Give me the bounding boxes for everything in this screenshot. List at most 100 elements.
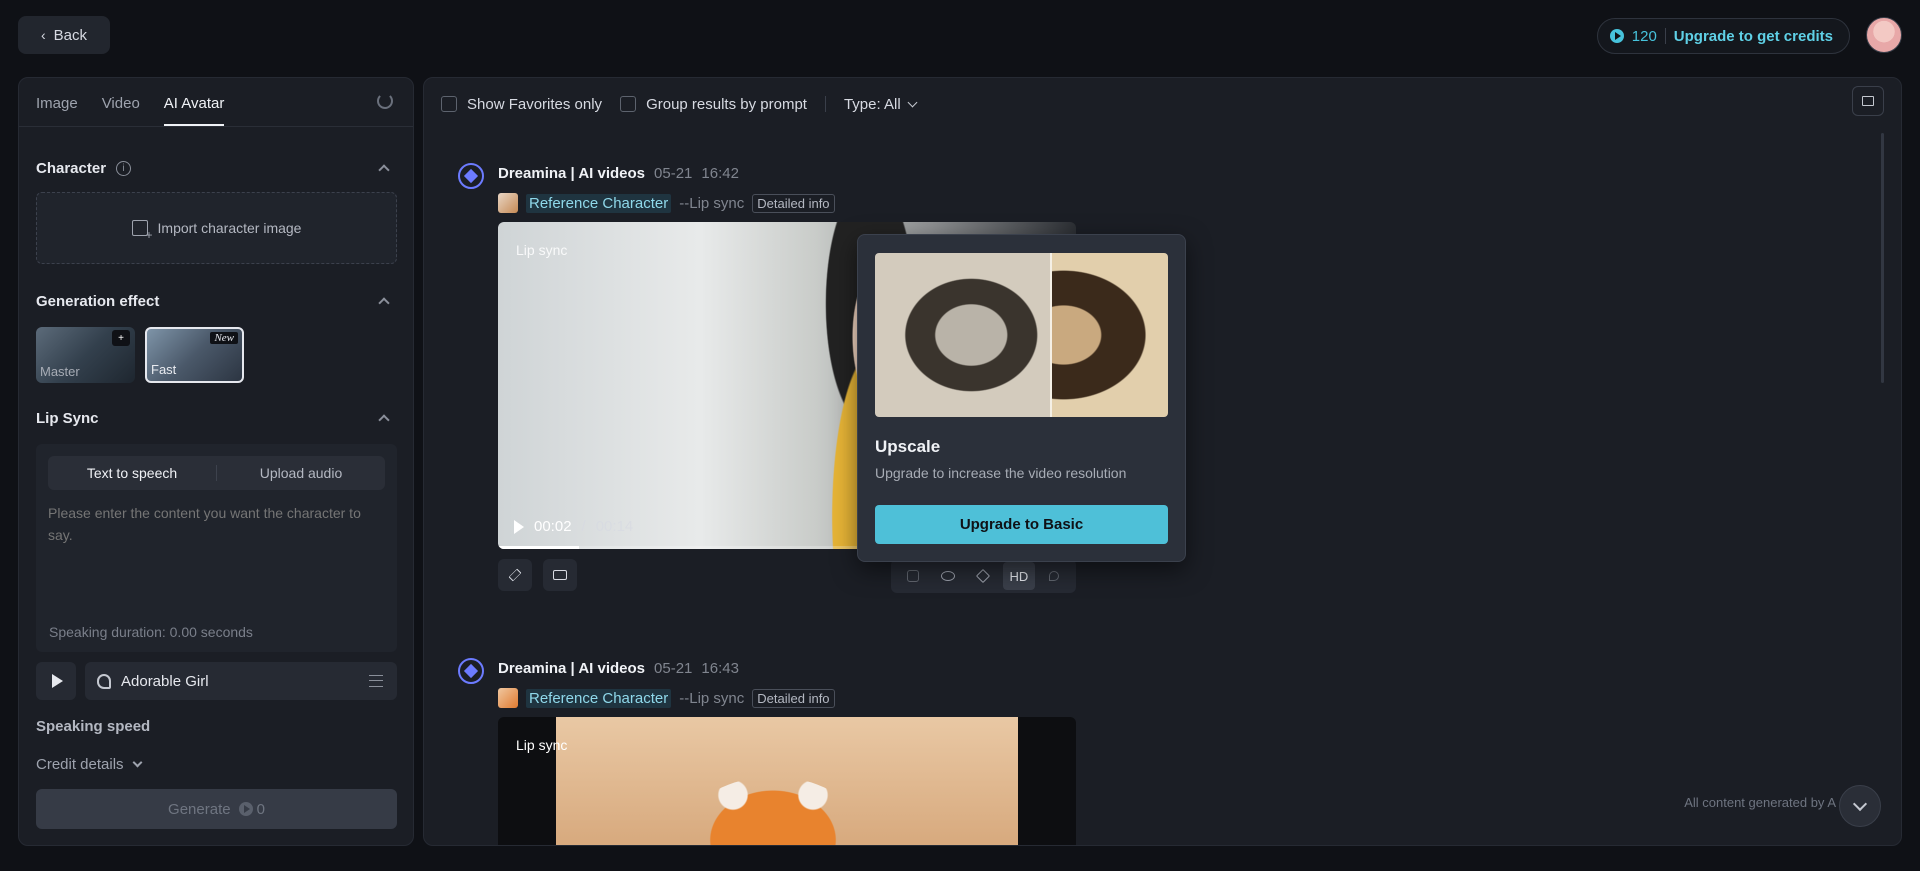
hd-upscale-button[interactable]: HD: [1002, 562, 1035, 590]
folder-button[interactable]: [1852, 86, 1884, 116]
interpolate-button[interactable]: [967, 562, 999, 590]
audio-icon: [1049, 571, 1060, 581]
upscale-popover: Upscale Upgrade to increase the video re…: [857, 234, 1186, 562]
detailed-info-button[interactable]: Detailed info: [752, 688, 835, 708]
collapse-character-icon[interactable]: [378, 164, 390, 176]
time-separator: /: [581, 518, 586, 535]
lip-sync-title: Lip Sync: [36, 410, 99, 427]
tab-video[interactable]: Video: [102, 95, 140, 126]
import-character-button[interactable]: Import character image: [36, 192, 397, 264]
video-action-toolbar: HD: [891, 559, 1076, 593]
audio-button[interactable]: [1038, 562, 1070, 590]
result-date: 05-21: [654, 165, 693, 182]
back-label: Back: [53, 26, 88, 44]
reference-character-tag[interactable]: Reference Character: [526, 193, 672, 213]
chevron-down-icon: [1852, 796, 1868, 811]
dreamina-logo-icon: [458, 658, 484, 684]
video-player[interactable]: Lip sync: [498, 717, 1076, 845]
credit-coin-icon: [238, 802, 253, 816]
lip-sync-mode-toggle: Text to speech Upload audio: [48, 456, 385, 490]
upscale-preview-image: [875, 253, 1168, 417]
result-header: Dreamina | AI videos 05-21 16:43: [498, 660, 739, 677]
voice-icon: [97, 673, 111, 689]
upgrade-credits-link[interactable]: Upgrade to get credits: [1674, 28, 1833, 45]
generate-label: Generate: [168, 800, 231, 818]
tab-ai-avatar[interactable]: AI Avatar: [163, 95, 225, 126]
speech-text-input[interactable]: [48, 502, 385, 602]
regenerate-button[interactable]: [543, 559, 577, 591]
generate-cost: 0: [256, 800, 265, 818]
credit-details-label: Credit details: [36, 756, 124, 773]
generate-button[interactable]: Generate 0: [36, 789, 397, 829]
reference-character-tag[interactable]: Reference Character: [526, 688, 672, 708]
chevron-left-icon: ‹: [40, 27, 46, 43]
upscale-frame-icon: [906, 570, 919, 582]
group-checkbox[interactable]: [620, 96, 637, 112]
result-title: Dreamina | AI videos: [498, 165, 646, 182]
effect-fast-option[interactable]: New Fast: [145, 327, 244, 383]
regenerate-icon: [553, 570, 567, 580]
group-filter[interactable]: Group results by prompt: [620, 96, 807, 113]
chevron-down-icon: [132, 757, 142, 768]
chevron-down-icon: [907, 97, 918, 107]
speaking-duration: Speaking duration: 0.00 seconds: [49, 624, 253, 640]
result-date: 05-21: [654, 660, 693, 677]
play-icon: [52, 674, 63, 688]
effect-master-option[interactable]: + Master: [36, 327, 135, 383]
edit-button[interactable]: [498, 559, 532, 591]
credits-pill[interactable]: 120 Upgrade to get credits: [1596, 18, 1850, 54]
voice-name: Adorable Girl: [121, 672, 209, 690]
dreamina-logo-icon: [458, 163, 484, 189]
import-character-label: Import character image: [157, 220, 302, 236]
image-add-icon: [131, 220, 153, 242]
user-avatar[interactable]: [1866, 17, 1902, 53]
favorites-checkbox[interactable]: [441, 96, 457, 112]
tab-image[interactable]: Image: [36, 95, 78, 126]
scroll-to-bottom-button[interactable]: [1839, 785, 1881, 827]
result-prompt: Reference Character --Lip sync Detailed …: [498, 193, 835, 213]
ai-generated-notice: All content generated by A: [1684, 795, 1836, 810]
lip-sync-panel: Text to speech Upload audio Speaking dur…: [36, 444, 397, 652]
play-icon[interactable]: [514, 519, 524, 534]
divider: [824, 96, 826, 112]
loop-button[interactable]: [932, 562, 964, 590]
type-filter-dropdown[interactable]: Type: All: [843, 95, 918, 113]
generation-sidebar: Image Video AI Avatar Character i Import…: [18, 77, 414, 846]
mode-tabs: Image Video AI Avatar: [19, 78, 413, 127]
speaking-speed-label: Speaking speed: [36, 718, 151, 735]
scrollbar[interactable]: [1881, 133, 1884, 383]
text-to-speech-tab[interactable]: Text to speech: [48, 456, 216, 490]
result-prompt: Reference Character --Lip sync Detailed …: [498, 688, 835, 708]
result-title: Dreamina | AI videos: [498, 660, 646, 677]
reference-thumbnail: [498, 193, 518, 213]
detailed-info-button[interactable]: Detailed info: [752, 193, 835, 213]
loop-icon: [941, 571, 956, 581]
popover-title: Upscale: [875, 437, 941, 456]
back-button[interactable]: ‹ Back: [18, 16, 110, 54]
interpolate-icon: [976, 568, 991, 584]
collapse-effect-icon[interactable]: [378, 297, 390, 309]
credit-details-toggle[interactable]: Credit details: [36, 756, 142, 773]
video-current-time: 00:02: [534, 518, 572, 535]
video-label: Lip sync: [516, 242, 568, 258]
before-image: [875, 253, 1050, 417]
collapse-lip-sync-icon[interactable]: [378, 414, 390, 426]
voice-selector[interactable]: Adorable Girl: [85, 662, 397, 700]
character-title: Character: [36, 160, 107, 177]
generation-effect-title: Generation effect: [36, 293, 160, 310]
new-badge: New: [210, 332, 238, 344]
reset-icon[interactable]: [377, 93, 393, 109]
info-icon[interactable]: i: [116, 161, 132, 176]
video-total-time: 00:14: [595, 518, 634, 535]
upscale-frame-button[interactable]: [897, 562, 929, 590]
group-label: Group results by prompt: [646, 95, 807, 113]
settings-sliders-icon[interactable]: [369, 675, 383, 687]
character-section-title: Character i: [36, 160, 132, 177]
favorites-filter[interactable]: Show Favorites only: [441, 96, 602, 113]
upgrade-to-basic-button[interactable]: Upgrade to Basic: [875, 505, 1168, 544]
upload-audio-tab[interactable]: Upload audio: [217, 456, 385, 490]
credit-coin-icon: [1609, 29, 1624, 43]
result-header: Dreamina | AI videos 05-21 16:42: [498, 165, 739, 182]
preview-voice-button[interactable]: [36, 662, 76, 700]
type-filter-label: Type: All: [843, 95, 901, 113]
